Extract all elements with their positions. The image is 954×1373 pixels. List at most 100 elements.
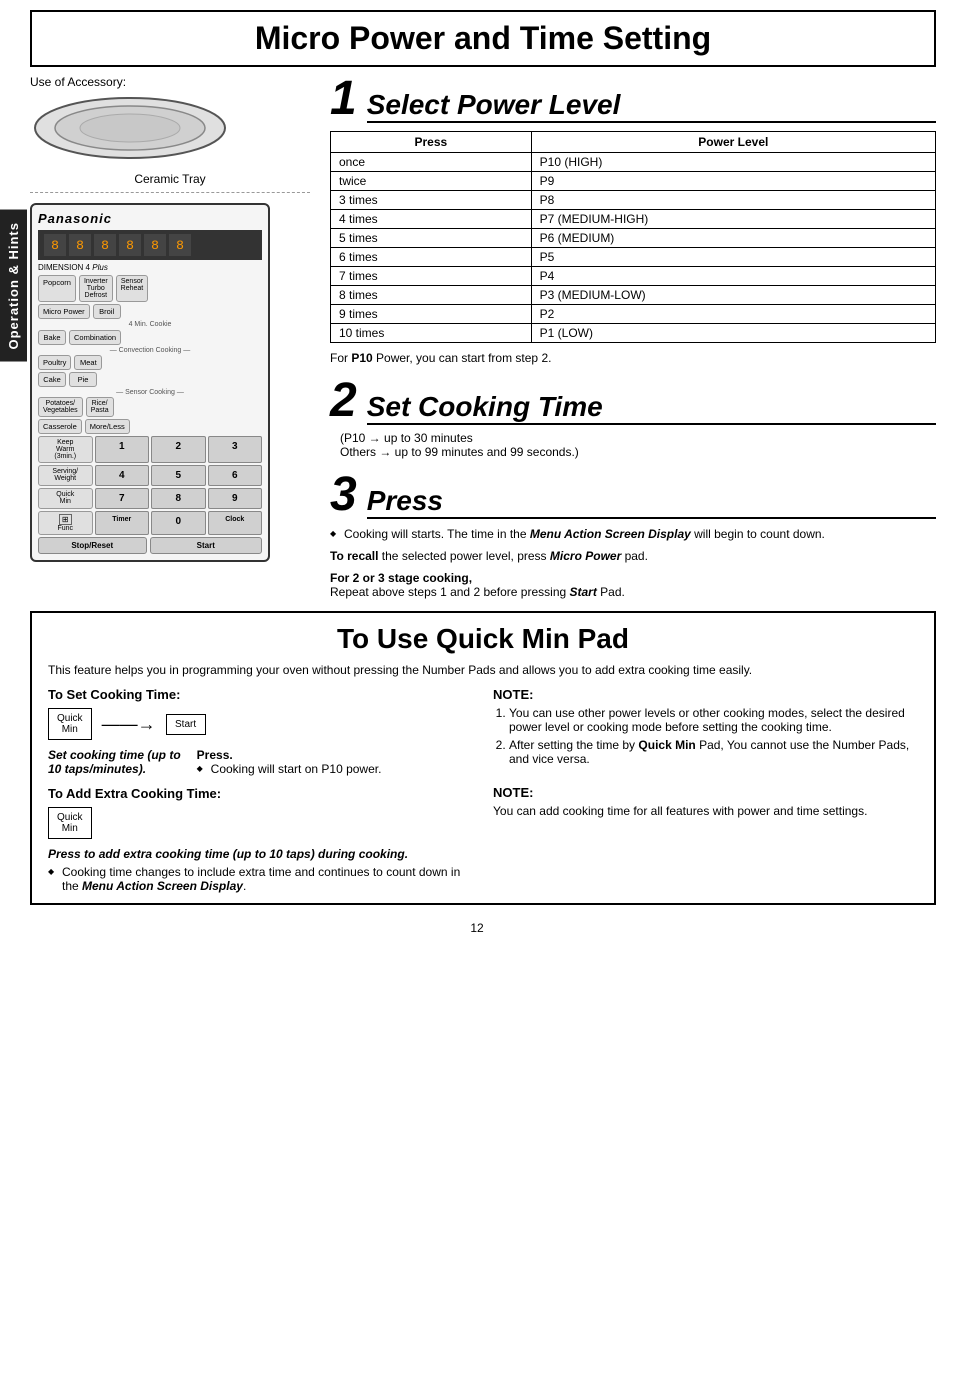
num-4-btn[interactable]: 4 — [95, 465, 150, 486]
right-column: 1 Select Power Level Press Power Level o… — [310, 75, 936, 599]
qm-add-title: To Add Extra Cooking Time: — [48, 786, 473, 801]
table-row: 5 timesP6 (MEDIUM) — [331, 229, 936, 248]
display-seg5: 8 — [144, 234, 166, 256]
qm-caption1: Set cooking time (up to10 taps/minutes).… — [48, 748, 473, 776]
cake-btn[interactable]: Cake — [38, 372, 66, 387]
step3-bullet1: Cooking will starts. The time in the Men… — [330, 527, 936, 541]
bottom-row: Stop/Reset Start — [38, 537, 262, 554]
table-header-press: Press — [331, 132, 532, 153]
sensor-label: — Sensor Cooking — — [38, 389, 262, 396]
step1-title: Select Power Level — [367, 89, 936, 123]
qm-add-btn-area: QuickMin — [48, 807, 473, 839]
step3-heading: 3 Press — [330, 471, 936, 519]
page-title: Micro Power and Time Setting — [32, 20, 934, 57]
micro-power-btn[interactable]: Micro Power — [38, 304, 90, 319]
serving-weight-btn[interactable]: Serving/Weight — [38, 465, 93, 486]
start-btn[interactable]: Start — [150, 537, 263, 554]
table-cell: once — [331, 153, 532, 172]
combination-btn[interactable]: Combination — [69, 330, 121, 345]
divider-line — [30, 192, 310, 193]
p10-note: For P10 Power, you can start from step 2… — [330, 351, 936, 365]
num-9-btn[interactable]: 9 — [208, 488, 263, 509]
table-cell: 10 times — [331, 324, 532, 343]
qm-button-flow: QuickMin ——→ Start — [48, 708, 473, 740]
num-2-btn[interactable]: 2 — [151, 436, 206, 463]
pie-btn[interactable]: Pie — [69, 372, 97, 387]
qm-start-btn[interactable]: Start — [166, 714, 206, 735]
sensor-reheat-btn[interactable]: SensorReheat — [116, 275, 149, 302]
sensor-row: Potatoes/Vegetables Rice/Pasta — [38, 397, 262, 417]
table-cell: 3 times — [331, 191, 532, 210]
qm-press-caption: Press to add extra cooking time (up to 1… — [48, 847, 473, 861]
display-seg2: 8 — [69, 234, 91, 256]
qm-set-title: To Set Cooking Time: — [48, 687, 473, 702]
num-6-btn[interactable]: 6 — [208, 465, 263, 486]
table-cell: P7 (MEDIUM-HIGH) — [531, 210, 935, 229]
step1-heading: 1 Select Power Level — [330, 75, 936, 123]
timer-btn[interactable]: Timer — [95, 511, 150, 535]
step2-line2: Others → up to 99 minutes and 99 seconds… — [340, 445, 936, 459]
broil-btn[interactable]: Broil — [93, 304, 121, 319]
casserole-row: Casserole More/Less — [38, 419, 262, 434]
table-row: 9 timesP2 — [331, 305, 936, 324]
num-7-btn[interactable]: 7 — [95, 488, 150, 509]
poultry-btn[interactable]: Poultry — [38, 355, 71, 370]
number-grid: KeepWarm(3min.) 1 2 3 Serving/Weight 4 5… — [38, 436, 262, 535]
table-row: twiceP9 — [331, 172, 936, 191]
stage-heading: For 2 or 3 stage cooking, — [330, 571, 936, 585]
keep-warm-btn[interactable]: KeepWarm(3min.) — [38, 436, 93, 463]
qm-quick-min-btn2[interactable]: QuickMin — [48, 807, 92, 839]
num-0-btn[interactable]: 0 — [151, 511, 206, 535]
ceramic-tray-label: Ceramic Tray — [30, 172, 310, 186]
bake-btn[interactable]: Bake — [38, 330, 66, 345]
meat-btn[interactable]: Meat — [74, 355, 102, 370]
num-8-btn[interactable]: 8 — [151, 488, 206, 509]
ceramic-tray-svg — [30, 93, 230, 163]
step2-title: Set Cooking Time — [367, 391, 936, 425]
popcorn-btn[interactable]: Popcorn — [38, 275, 76, 302]
qm-left: To Set Cooking Time: QuickMin ——→ Start … — [48, 687, 473, 893]
table-cell: 5 times — [331, 229, 532, 248]
quick-min-btn[interactable]: QuickMin — [38, 488, 93, 509]
conv-label: — Convection Cooking — — [38, 347, 262, 354]
num-3-btn[interactable]: 3 — [208, 436, 263, 463]
more-less-btn[interactable]: More/Less — [85, 419, 130, 434]
stage-note: For 2 or 3 stage cooking, Repeat above s… — [330, 571, 936, 599]
side-tab: Operation & Hints — [0, 210, 27, 362]
brand-logo: Panasonic — [38, 211, 262, 226]
page: Operation & Hints Micro Power and Time S… — [0, 10, 954, 943]
step2-number: 2 — [330, 377, 357, 425]
display-area: 8 8 8 8 8 8 — [38, 230, 262, 260]
qm-caption-bullet: Cooking will start on P10 power. — [197, 762, 382, 776]
qm-intro: This feature helps you in programming yo… — [48, 663, 918, 677]
table-cell: twice — [331, 172, 532, 191]
left-column: Use of Accessory: Ceramic Tray Panasonic… — [30, 75, 310, 599]
ceramic-tray-image — [30, 93, 230, 168]
qm-caption-left: Set cooking time (up to10 taps/minutes). — [48, 748, 181, 776]
stop-reset-btn[interactable]: Stop/Reset — [38, 537, 147, 554]
num-1-btn[interactable]: 1 — [95, 436, 150, 463]
qm-note1-list: You can use other power levels or other … — [493, 706, 918, 766]
qm-press-label: Press. — [197, 748, 382, 762]
rice-btn[interactable]: Rice/Pasta — [86, 397, 114, 417]
qm-content: To Set Cooking Time: QuickMin ——→ Start … — [48, 687, 918, 893]
inverter-btn[interactable]: InverterTurboDefrost — [79, 275, 113, 302]
content-area: Use of Accessory: Ceramic Tray Panasonic… — [30, 75, 936, 599]
function-btn[interactable]: ⊞ Func — [38, 511, 93, 535]
clock-btn[interactable]: Clock — [208, 511, 263, 535]
casserole-btn[interactable]: Casserole — [38, 419, 82, 434]
display-seg4: 8 — [119, 234, 141, 256]
4min-label: 4 Min. Cookie — [38, 321, 262, 328]
step3-number: 3 — [330, 471, 357, 519]
micro-power-row: Micro Power Broil — [38, 304, 262, 319]
table-cell: P4 — [531, 267, 935, 286]
num-5-btn[interactable]: 5 — [151, 465, 206, 486]
table-cell: 9 times — [331, 305, 532, 324]
qm-quick-min-btn1[interactable]: QuickMin — [48, 708, 92, 740]
recall-note: To recall the selected power level, pres… — [330, 549, 936, 563]
microwave-panel: Panasonic 8 8 8 8 8 8 DIMENSION 4 Plus P… — [30, 203, 270, 562]
potatoes-btn[interactable]: Potatoes/Vegetables — [38, 397, 83, 417]
step2-desc: (P10 → up to 30 minutes Others → up to 9… — [330, 431, 936, 459]
table-row: onceP10 (HIGH) — [331, 153, 936, 172]
qm-note1-item2: After setting the time by Quick Min Pad,… — [509, 738, 918, 766]
